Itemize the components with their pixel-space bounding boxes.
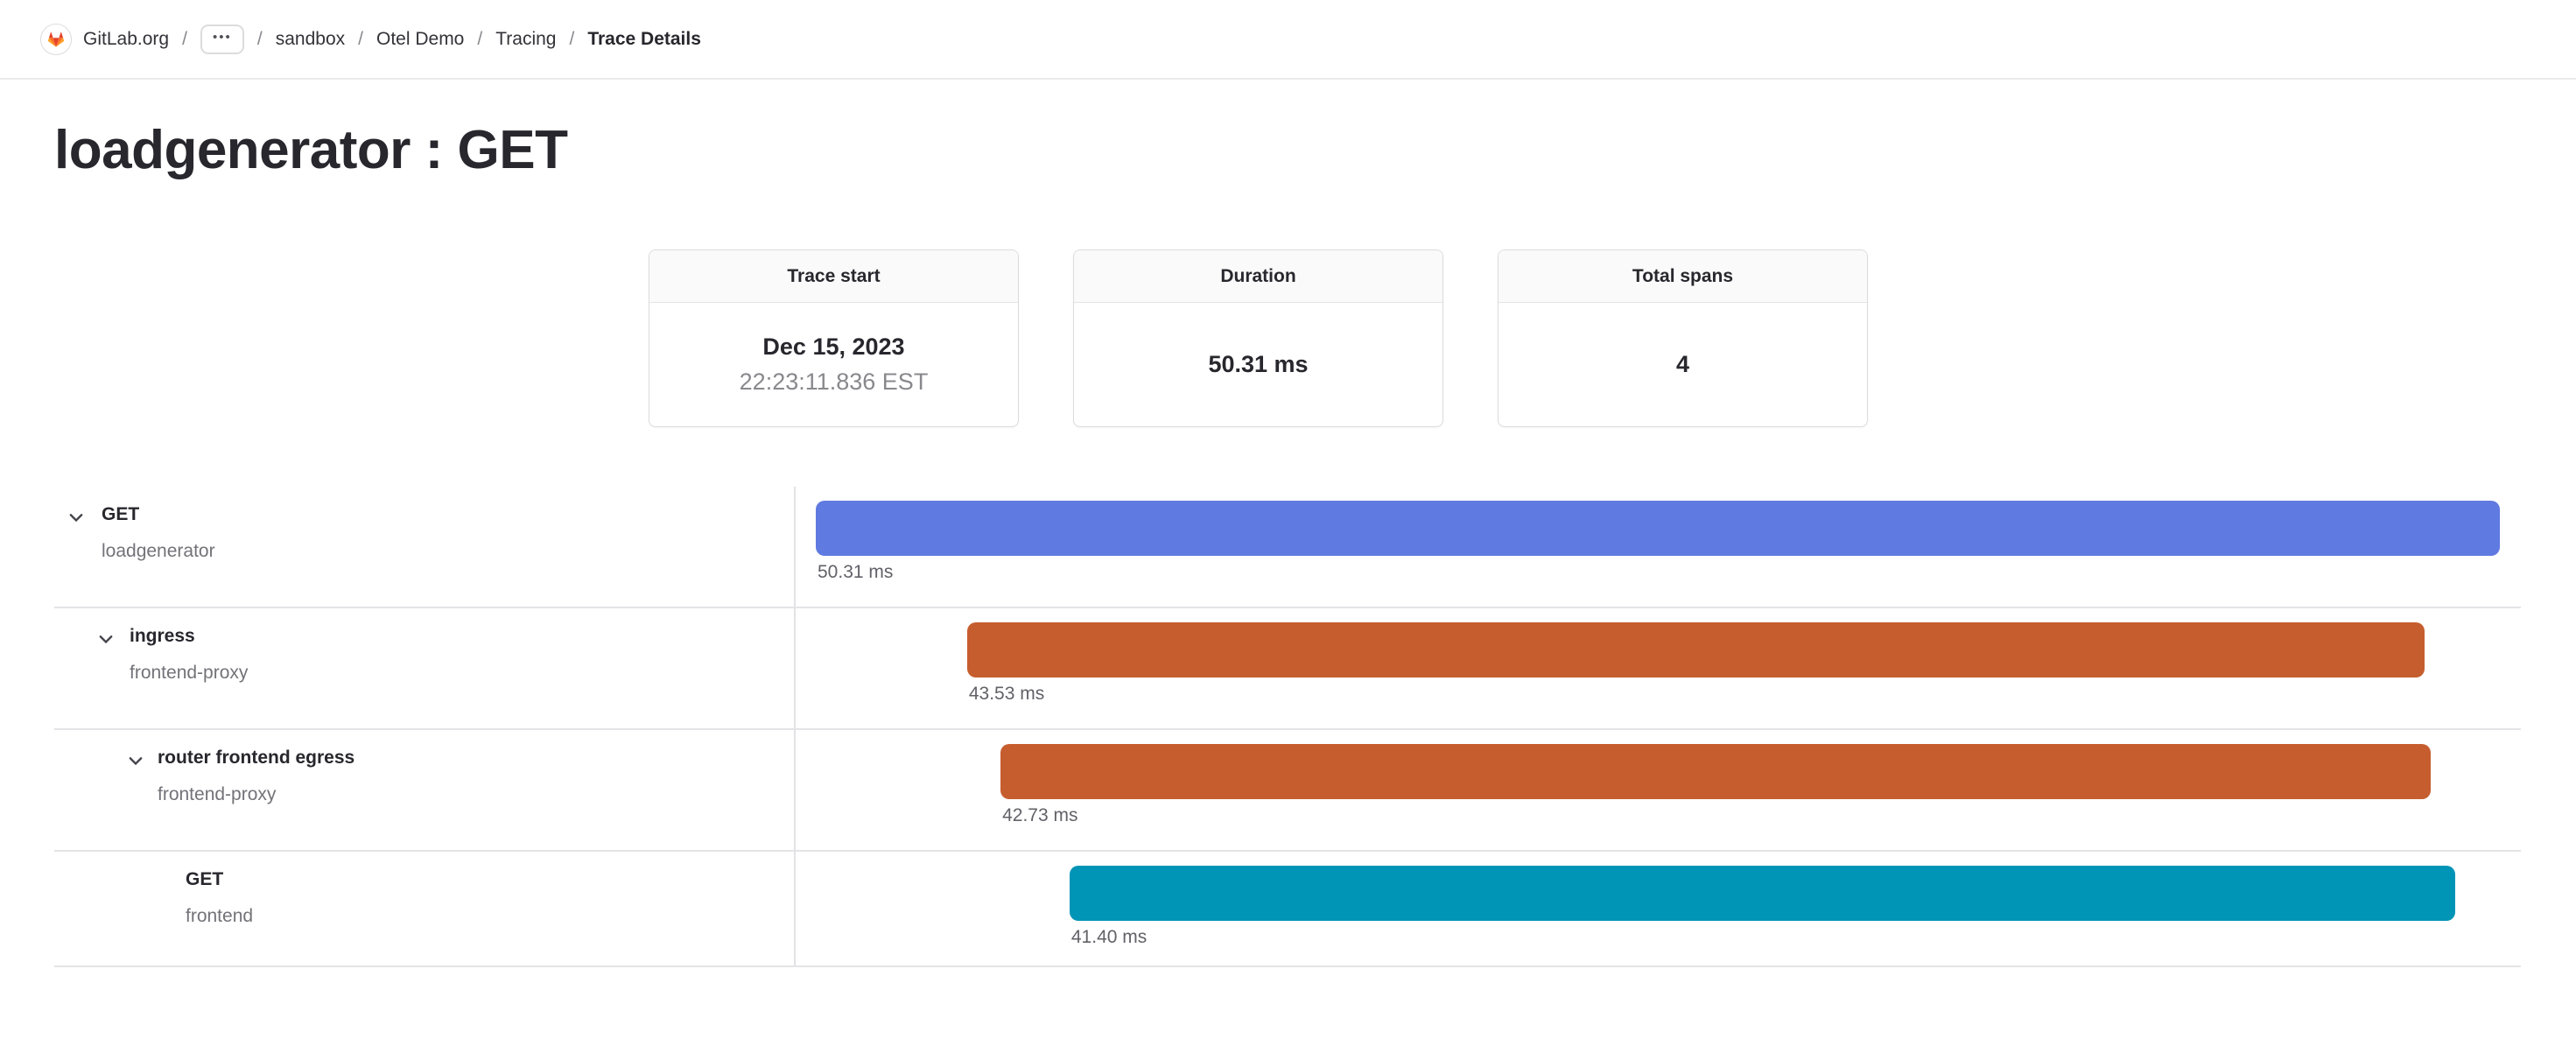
summary-card-primary-value: 4 <box>1676 350 1689 380</box>
summary-card-primary-value: 50.31 ms <box>1208 350 1308 380</box>
row-divider <box>54 850 2521 852</box>
chevron-down-icon[interactable] <box>67 508 86 527</box>
span-duration-label: 42.73 ms <box>1002 805 1077 826</box>
summary-card-total-spans: Total spans 4 <box>1498 249 1868 427</box>
span-service-label: frontend <box>186 906 253 927</box>
span-operation-label: router frontend egress <box>158 748 354 769</box>
span-waterfall: GET loadgenerator 50.31 ms ingress frontend-… <box>0 487 2576 967</box>
span-duration-bar[interactable] <box>967 622 2425 677</box>
trace-summary-cards: Trace startDec 15, 202322:23:11.836 ESTD… <box>649 249 1868 427</box>
summary-card-title: Trace start <box>649 250 1018 303</box>
breadcrumb-separator: / <box>256 29 264 50</box>
waterfall-column-separator <box>794 487 796 967</box>
breadcrumb-ellipsis-button[interactable]: ••• <box>200 25 244 54</box>
breadcrumb-separator: / <box>475 29 484 50</box>
span-operation-label: GET <box>186 869 223 890</box>
row-divider <box>54 728 2521 730</box>
summary-card-value: 50.31 ms <box>1074 303 1442 427</box>
span-duration-bar[interactable] <box>816 501 2500 556</box>
summary-card-trace-start: Trace start Dec 15, 2023 22:23:11.836 EST <box>649 249 1019 427</box>
span-duration-label: 41.40 ms <box>1071 927 1147 948</box>
breadcrumb-separator: / <box>356 29 365 50</box>
summary-card-secondary-value: 22:23:11.836 EST <box>740 368 929 397</box>
summary-card-duration: Duration 50.31 ms <box>1073 249 1443 427</box>
row-divider <box>54 965 2521 967</box>
summary-card-value: Dec 15, 2023 22:23:11.836 EST <box>649 303 1018 427</box>
chevron-down-icon[interactable] <box>126 751 145 770</box>
row-divider <box>54 607 2521 608</box>
breadcrumb: GitLab.org / ••• / sandbox / Otel Demo /… <box>0 0 2576 80</box>
span-duration-label: 50.31 ms <box>818 562 893 583</box>
breadcrumb-separator: / <box>567 29 576 50</box>
span-duration-label: 43.53 ms <box>969 684 1044 705</box>
span-duration-bar[interactable] <box>1070 866 2455 921</box>
span-operation-label: GET <box>102 504 139 525</box>
chevron-down-icon[interactable] <box>96 629 116 649</box>
gitlab-logo-icon <box>40 24 72 55</box>
breadcrumb-item-tracing[interactable]: Tracing <box>495 29 556 50</box>
summary-card-title: Total spans <box>1499 250 1867 303</box>
page-title: loadgenerator : GET <box>54 119 567 181</box>
span-service-label: frontend-proxy <box>130 663 248 684</box>
span-duration-bar[interactable] <box>1000 744 2431 799</box>
breadcrumb-item-gitlab-org[interactable]: GitLab.org <box>83 29 169 50</box>
breadcrumb-item-sandbox[interactable]: sandbox <box>276 29 345 50</box>
breadcrumb-separator: / <box>180 29 189 50</box>
breadcrumb-item-trace-details: Trace Details <box>587 29 701 50</box>
span-service-label: loadgenerator <box>102 541 215 562</box>
summary-card-primary-value: Dec 15, 2023 <box>762 333 904 362</box>
span-service-label: frontend-proxy <box>158 784 276 805</box>
breadcrumb-item-otel-demo[interactable]: Otel Demo <box>376 29 464 50</box>
summary-card-value: 4 <box>1499 303 1867 427</box>
summary-card-title: Duration <box>1074 250 1442 303</box>
span-operation-label: ingress <box>130 626 195 647</box>
